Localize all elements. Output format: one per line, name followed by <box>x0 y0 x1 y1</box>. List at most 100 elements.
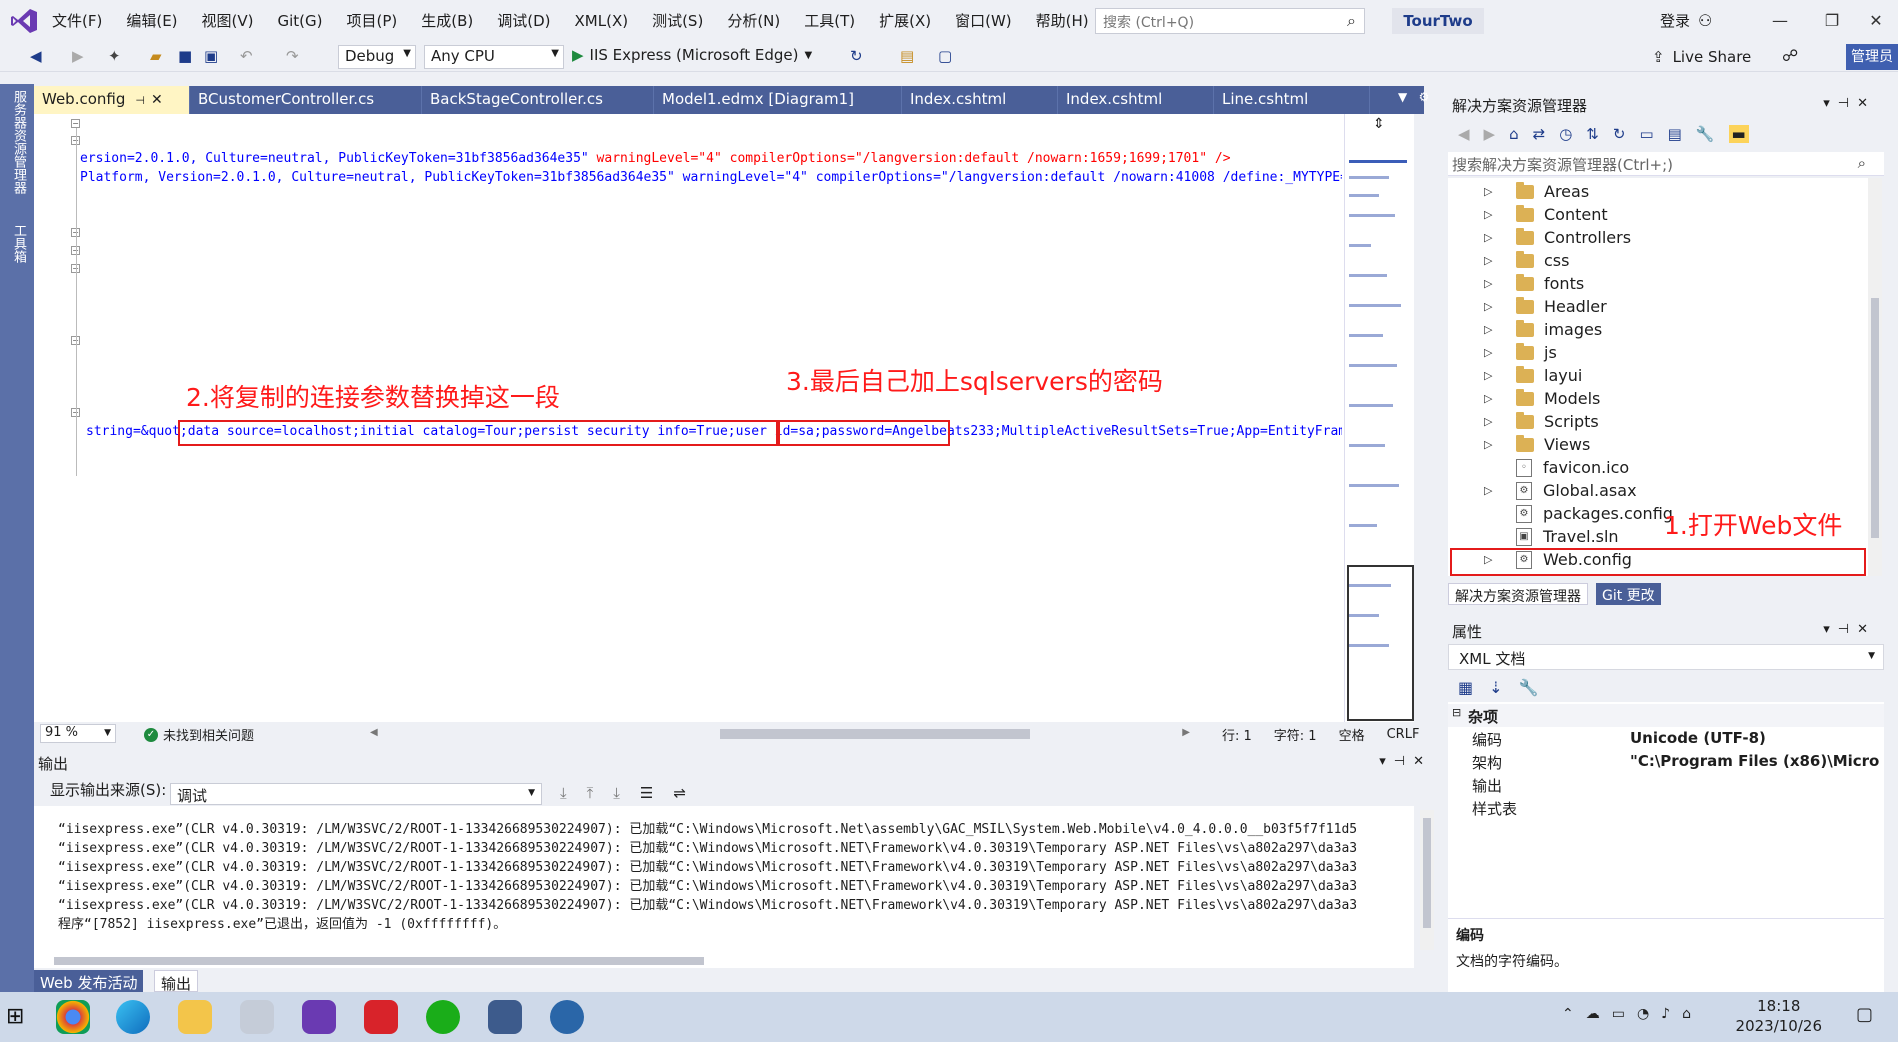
tab-web-publish[interactable]: Web 发布活动 <box>34 970 144 992</box>
scroll-thumb[interactable] <box>1871 298 1879 538</box>
new-project-icon[interactable]: ✦ <box>108 47 121 65</box>
line-ending[interactable]: CRLF <box>1387 727 1420 742</box>
tab-index-cshtml[interactable]: Index.cshtml <box>902 86 1058 114</box>
sync-icon[interactable]: ⇅ <box>1586 125 1599 143</box>
expand-icon[interactable]: ▷ <box>1484 300 1498 313</box>
expand-icon[interactable]: ▷ <box>1484 208 1498 221</box>
output-source-select[interactable]: 调试 ▼ <box>170 783 542 805</box>
tab-solution-explorer[interactable]: 解决方案资源管理器 <box>1448 583 1588 605</box>
search-input[interactable]: 搜索 (Ctrl+Q) ⌕ <box>1095 8 1365 34</box>
system-tray-icons[interactable]: ⌃☁▭◔♪⌂ <box>1562 1006 1703 1022</box>
file-explorer-icon[interactable] <box>178 1000 212 1034</box>
start-debugging-button[interactable]: ▶ IIS Express (Microsoft Edge) ▼ <box>572 46 812 64</box>
properties-icon[interactable]: 🔧 <box>1696 125 1715 143</box>
expand-icon[interactable]: ▷ <box>1484 484 1498 497</box>
refresh-icon[interactable]: ↻ <box>850 47 863 65</box>
menu-project[interactable]: 项目(P) <box>347 10 398 31</box>
feedback-icon[interactable]: ☍ <box>1782 46 1798 65</box>
forward-icon[interactable]: ▶ <box>1484 125 1496 143</box>
property-row[interactable]: 样式表 <box>1448 796 1884 819</box>
switch-views-icon[interactable]: ⇄ <box>1533 125 1546 143</box>
expand-icon[interactable]: ▷ <box>1484 231 1498 244</box>
back-icon[interactable]: ◀ <box>30 47 42 65</box>
open-folder-icon[interactable]: ▰ <box>150 47 162 65</box>
clear-all-icon[interactable]: ☰ <box>640 784 653 802</box>
scroll-thumb[interactable] <box>720 729 1030 739</box>
menu-window[interactable]: 窗口(W) <box>955 10 1012 31</box>
next-message-icon[interactable]: ⤓ <box>613 784 620 802</box>
undo-icon[interactable]: ↶ <box>240 47 253 65</box>
scroll-left-icon[interactable]: ◀ <box>370 727 378 738</box>
close-icon[interactable]: ✕ <box>151 92 163 108</box>
tree-item-css[interactable]: ▷ css <box>1484 249 1569 272</box>
notification-icon[interactable]: ▢ <box>1856 1004 1873 1025</box>
back-icon[interactable]: ◀ <box>1458 125 1470 143</box>
tree-item-scripts[interactable]: ▷ Scripts <box>1484 410 1599 433</box>
solution-tree-scrollbar[interactable] <box>1868 178 1882 576</box>
expand-icon[interactable]: ▷ <box>1484 369 1498 382</box>
collapse-all-icon[interactable]: ▭ <box>1639 125 1653 143</box>
window-layout-icon[interactable]: ▢ <box>938 47 952 65</box>
expand-icon[interactable]: ▷ <box>1484 438 1498 451</box>
menu-test[interactable]: 测试(S) <box>652 10 703 31</box>
tree-item-content[interactable]: ▷ Content <box>1484 203 1608 226</box>
expand-icon[interactable]: ▷ <box>1484 392 1498 405</box>
expand-icon[interactable]: ▷ <box>1484 323 1498 336</box>
property-pages-icon[interactable]: 🔧 <box>1519 678 1539 697</box>
tree-item-packages-config[interactable]: ⚙ packages.config <box>1484 502 1673 525</box>
wps-icon[interactable] <box>364 1000 398 1034</box>
tab-backstage-controller[interactable]: BackStageController.cs <box>422 86 654 114</box>
panel-controls[interactable]: ▾⊣✕ <box>1823 96 1876 111</box>
server-explorer-tab[interactable]: 服务器资源管理器 <box>9 90 28 194</box>
expand-icon[interactable]: ▷ <box>1484 415 1498 428</box>
tab-index-cshtml-2[interactable]: Index.cshtml <box>1058 86 1214 114</box>
menu-extensions[interactable]: 扩展(X) <box>879 10 931 31</box>
properties-object-select[interactable]: XML 文档 ▼ <box>1448 644 1884 670</box>
tree-item-controllers[interactable]: ▷ Controllers <box>1484 226 1631 249</box>
windows-start-icon[interactable]: ⊞ <box>6 1004 24 1029</box>
close-window-button[interactable]: ✕ <box>1856 6 1896 36</box>
expand-icon[interactable]: ▷ <box>1484 346 1498 359</box>
panel-controls[interactable]: ▾⊣✕ <box>1823 622 1876 637</box>
tab-line-cshtml[interactable]: Line.cshtml <box>1214 86 1370 114</box>
tab-output[interactable]: 输出 <box>154 970 199 993</box>
show-all-files-icon[interactable]: ▤ <box>1668 125 1682 143</box>
tree-item-travel-sln[interactable]: ▣ Travel.sln <box>1484 525 1619 548</box>
prev-message-icon[interactable]: ⤒ <box>587 784 594 802</box>
alphabetical-icon[interactable]: ⇣ <box>1489 678 1502 697</box>
tab-git-changes[interactable]: Git 更改 <box>1596 583 1661 605</box>
platform-select[interactable]: Any CPU ▼ <box>424 45 564 69</box>
tree-item-views[interactable]: ▷ Views <box>1484 433 1590 456</box>
preview-icon[interactable]: ▬ <box>1728 125 1749 143</box>
tree-item-js[interactable]: ▷ js <box>1484 341 1557 364</box>
scroll-right-icon[interactable]: ▶ <box>1182 727 1190 738</box>
property-row[interactable]: 输出 <box>1448 773 1884 796</box>
output-vscrollbar[interactable] <box>1420 810 1434 950</box>
property-row[interactable]: 编码 Unicode (UTF-8) <box>1448 727 1884 750</box>
scroll-thumb[interactable] <box>54 957 704 965</box>
menu-help[interactable]: 帮助(H) <box>1036 10 1089 31</box>
expand-icon[interactable]: ▷ <box>1484 254 1498 267</box>
history-icon[interactable]: ◷ <box>1559 125 1572 143</box>
configuration-select[interactable]: Debug ▼ <box>338 45 416 69</box>
collapse-icon[interactable]: ⊟ <box>1452 706 1461 719</box>
chrome-icon[interactable] <box>56 1000 90 1034</box>
split-icon[interactable]: ⇕ <box>1373 116 1385 132</box>
maximize-button[interactable]: ❐ <box>1812 6 1852 36</box>
code-editor[interactable] <box>34 114 1414 722</box>
tree-item-layui[interactable]: ▷ layui <box>1484 364 1582 387</box>
editor-minimap[interactable]: ⇕ <box>1344 114 1414 722</box>
toolbox-tab[interactable]: 工具箱 <box>9 224 28 263</box>
app-icon[interactable] <box>240 1000 274 1034</box>
zoom-select[interactable]: 91 % ▼ <box>40 724 116 743</box>
output-hscrollbar[interactable] <box>34 954 1414 968</box>
browse-folder-icon[interactable]: ▤ <box>900 47 914 65</box>
property-category[interactable]: ⊟ 杂项 <box>1448 704 1884 727</box>
login-button[interactable]: 登录 ⚇ <box>1660 10 1712 31</box>
save-all-icon[interactable]: ▣ <box>204 47 218 65</box>
edge-icon[interactable] <box>116 1000 150 1034</box>
minimize-button[interactable]: — <box>1760 6 1800 36</box>
word-wrap-icon[interactable]: ⇌ <box>673 784 686 802</box>
menu-xml[interactable]: XML(X) <box>575 12 629 30</box>
tab-bcustomer-controller[interactable]: BCustomerController.cs <box>190 86 422 114</box>
